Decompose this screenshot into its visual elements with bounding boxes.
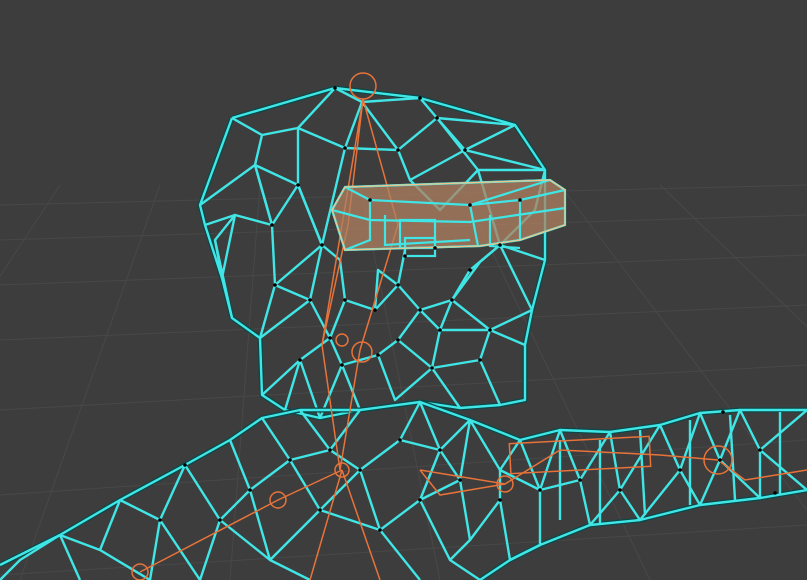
viewport-canvas[interactable]	[0, 0, 807, 580]
3d-viewport[interactable]	[0, 0, 807, 580]
